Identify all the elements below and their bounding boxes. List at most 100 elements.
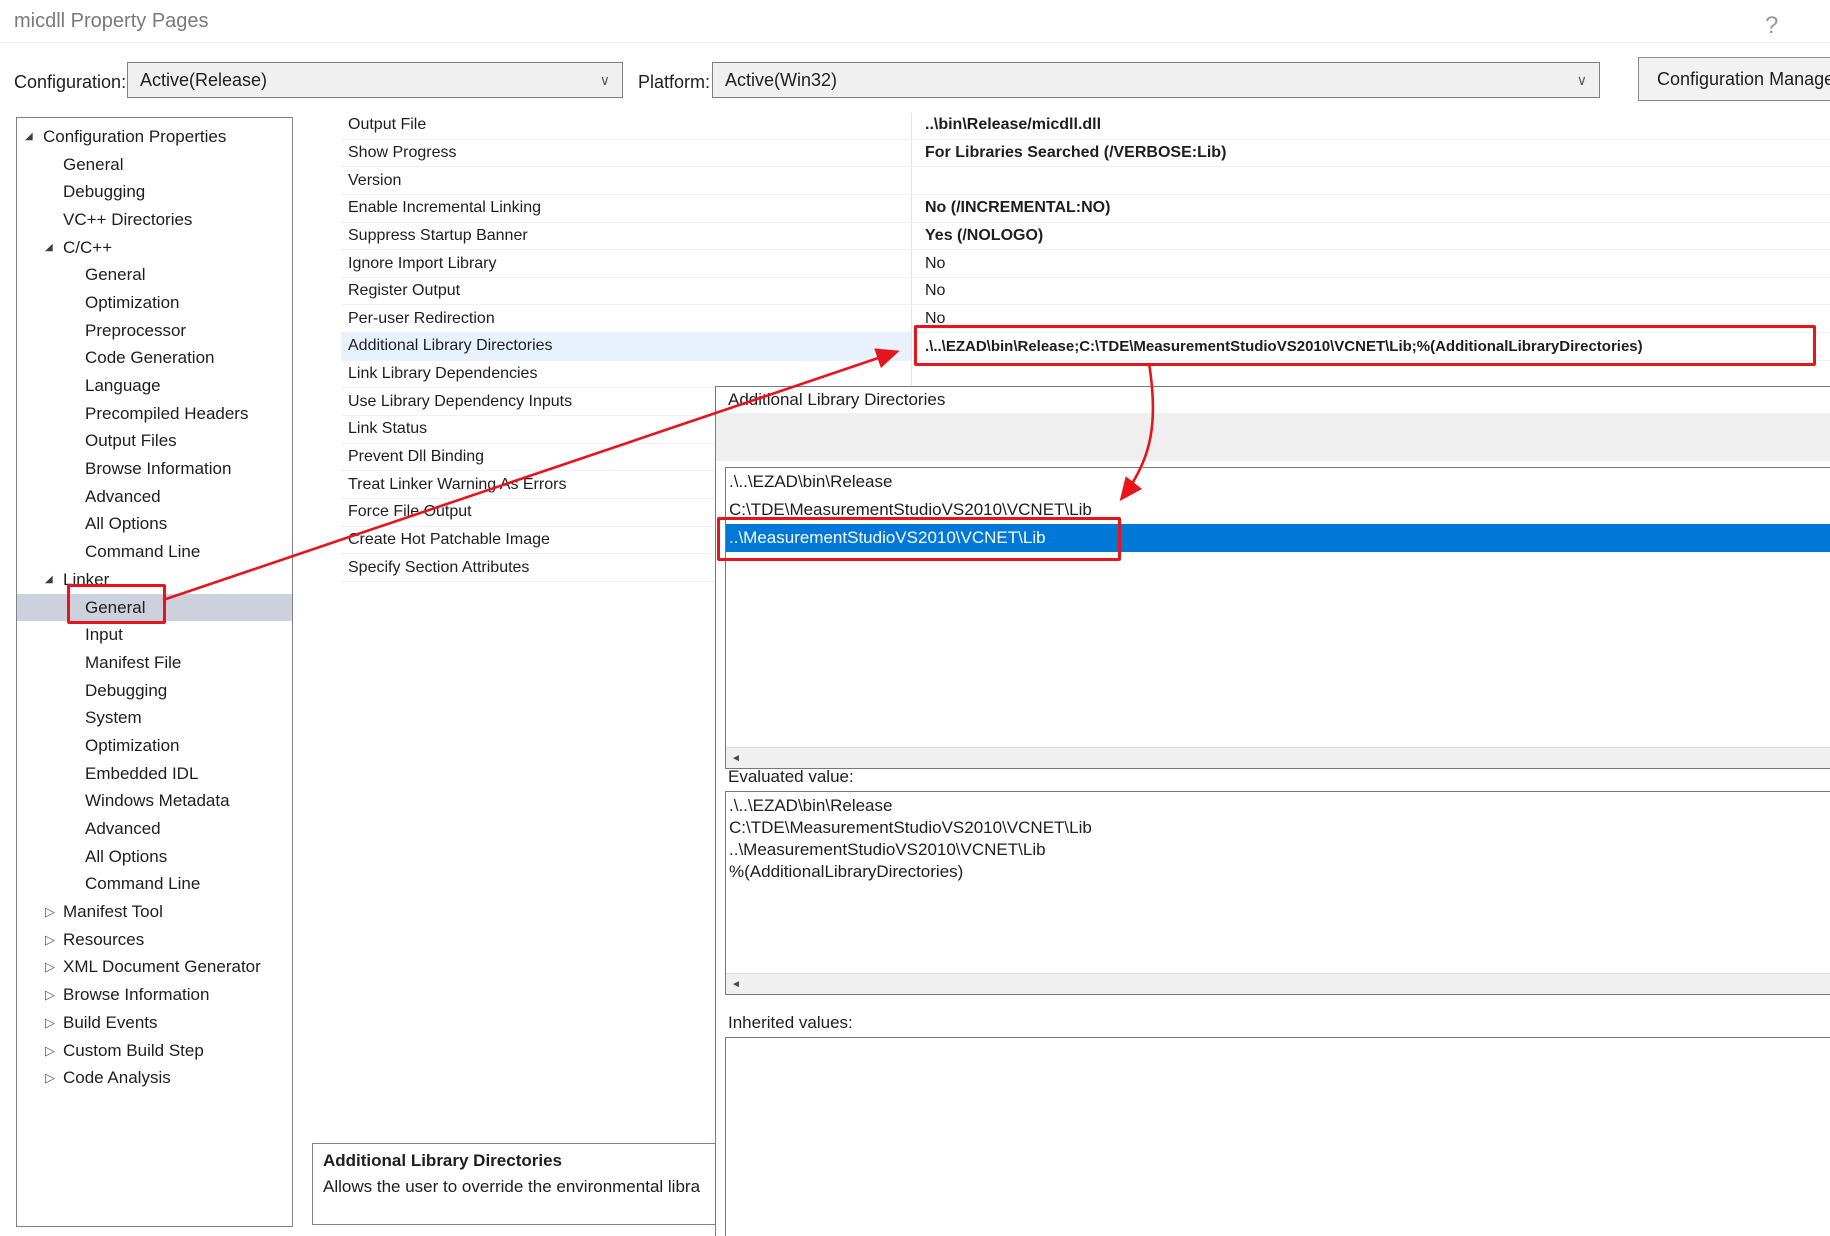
property-value[interactable]: ..\bin\Release/micdll.dll	[925, 112, 1101, 139]
property-row[interactable]: Link Library Dependencies	[341, 361, 1830, 389]
configuration-manager-button[interactable]: Configuration Manager...	[1638, 57, 1830, 101]
property-value[interactable]: For Libraries Searched (/VERBOSE:Lib)	[925, 140, 1226, 167]
tree-expanded-icon[interactable]: ◢	[25, 131, 43, 142]
sidebar-item-label: Code Generation	[85, 348, 214, 368]
tree-expanded-icon[interactable]: ◢	[45, 574, 63, 585]
sidebar-item-output-files[interactable]: Output Files	[17, 428, 292, 456]
sidebar-item-browse-information[interactable]: Browse Information	[17, 455, 292, 483]
sidebar-item-advanced[interactable]: Advanced	[17, 483, 292, 511]
popup-toolbar-band	[716, 413, 1830, 461]
property-value[interactable]: Yes (/NOLOGO)	[925, 223, 1043, 250]
evaluated-value-line: .\..\EZAD\bin\Release	[729, 795, 1830, 817]
property-row[interactable]: Register OutputNo	[341, 278, 1830, 306]
sidebar-item-language[interactable]: Language	[17, 372, 292, 400]
sidebar-item-general[interactable]: General	[17, 594, 292, 622]
tree-collapsed-icon[interactable]: ▷	[45, 959, 63, 975]
sidebar-item-manifest-file[interactable]: Manifest File	[17, 649, 292, 677]
property-value[interactable]: No (/INCREMENTAL:NO)	[925, 195, 1110, 222]
property-value[interactable]: No	[925, 305, 945, 332]
sidebar-item-preprocessor[interactable]: Preprocessor	[17, 317, 292, 345]
help-icon[interactable]: ?	[1765, 12, 1778, 40]
platform-combo[interactable]: Active(Win32) ∨	[712, 62, 1600, 98]
tree-collapsed-icon[interactable]: ▷	[45, 932, 63, 948]
sidebar-item-custom-build-step[interactable]: ▷Custom Build Step	[17, 1037, 292, 1065]
tree-collapsed-icon[interactable]: ▷	[45, 987, 63, 1003]
tree-collapsed-icon[interactable]: ▷	[45, 1043, 63, 1059]
sidebar-item-c-c-[interactable]: ◢C/C++	[17, 234, 292, 262]
sidebar-item-debugging[interactable]: Debugging	[17, 178, 292, 206]
sidebar-item-label: Precompiled Headers	[85, 404, 248, 424]
sidebar-item-manifest-tool[interactable]: ▷Manifest Tool	[17, 898, 292, 926]
evaluated-value-label: Evaluated value:	[728, 767, 854, 787]
property-row[interactable]: Output File..\bin\Release/micdll.dll	[341, 112, 1830, 140]
sidebar-item-label: Configuration Properties	[43, 127, 226, 147]
sidebar-item-code-generation[interactable]: Code Generation	[17, 345, 292, 373]
sidebar-item-command-line[interactable]: Command Line	[17, 538, 292, 566]
property-name: Show Progress	[348, 140, 457, 167]
sidebar-item-optimization[interactable]: Optimization	[17, 289, 292, 317]
sidebar-item-system[interactable]: System	[17, 704, 292, 732]
evaluated-horizontal-scrollbar[interactable]: ◄	[726, 973, 1830, 994]
sidebar-item-configuration-properties[interactable]: ◢Configuration Properties	[17, 123, 292, 151]
sidebar-item-label: Manifest Tool	[63, 902, 163, 922]
scroll-left-icon[interactable]: ◄	[726, 979, 746, 990]
sidebar-item-resources[interactable]: ▷Resources	[17, 926, 292, 954]
directory-list-item[interactable]: .\..\EZAD\bin\Release	[726, 468, 1830, 496]
sidebar-item-browse-information[interactable]: ▷Browse Information	[17, 981, 292, 1009]
property-name: Create Hot Patchable Image	[348, 527, 550, 554]
sidebar-item-xml-document-generator[interactable]: ▷XML Document Generator	[17, 954, 292, 982]
sidebar-item-code-analysis[interactable]: ▷Code Analysis	[17, 1064, 292, 1092]
property-name: Use Library Dependency Inputs	[348, 388, 572, 415]
sidebar-item-label: General	[85, 265, 145, 285]
configuration-combo[interactable]: Active(Release) ∨	[127, 62, 623, 98]
sidebar-item-all-options[interactable]: All Options	[17, 843, 292, 871]
evaluated-value-line: ..\MeasurementStudioVS2010\VCNET\Lib	[729, 839, 1830, 861]
tree-expanded-icon[interactable]: ◢	[45, 242, 63, 253]
chevron-down-icon: ∨	[1577, 72, 1587, 89]
property-row[interactable]: Enable Incremental LinkingNo (/INCREMENT…	[341, 195, 1830, 223]
directory-list: .\..\EZAD\bin\ReleaseC:\TDE\MeasurementS…	[725, 467, 1830, 769]
property-row[interactable]: Version	[341, 167, 1830, 195]
sidebar-item-advanced[interactable]: Advanced	[17, 815, 292, 843]
property-row[interactable]: Suppress Startup BannerYes (/NOLOGO)	[341, 223, 1830, 251]
directory-list-item[interactable]: ..\MeasurementStudioVS2010\VCNET\Lib	[726, 524, 1830, 552]
scroll-left-icon[interactable]: ◄	[726, 753, 746, 764]
sidebar-item-label: System	[85, 708, 142, 728]
chevron-down-icon: ∨	[600, 72, 610, 89]
sidebar-item-debugging[interactable]: Debugging	[17, 677, 292, 705]
platform-label: Platform:	[638, 72, 710, 93]
property-row[interactable]: Additional Library Directories.\..\EZAD\…	[341, 333, 1830, 361]
sidebar-item-label: Optimization	[85, 293, 179, 313]
sidebar-item-optimization[interactable]: Optimization	[17, 732, 292, 760]
sidebar-item-embedded-idl[interactable]: Embedded IDL	[17, 760, 292, 788]
sidebar-item-linker[interactable]: ◢Linker	[17, 566, 292, 594]
sidebar-item-all-options[interactable]: All Options	[17, 511, 292, 539]
property-value[interactable]: No	[925, 278, 945, 305]
inherited-values-box	[725, 1037, 1830, 1236]
property-row[interactable]: Per-user RedirectionNo	[341, 305, 1830, 333]
sidebar-item-label: Advanced	[85, 819, 161, 839]
tree-collapsed-icon[interactable]: ▷	[45, 1070, 63, 1086]
property-row[interactable]: Ignore Import LibraryNo	[341, 250, 1830, 278]
property-value[interactable]: No	[925, 250, 945, 277]
sidebar-item-build-events[interactable]: ▷Build Events	[17, 1009, 292, 1037]
sidebar-item-windows-metadata[interactable]: Windows Metadata	[17, 788, 292, 816]
list-horizontal-scrollbar[interactable]: ◄	[726, 747, 1830, 768]
sidebar-item-general[interactable]: General	[17, 151, 292, 179]
property-value[interactable]: .\..\EZAD\bin\Release;C:\TDE\Measurement…	[925, 333, 1643, 360]
sidebar-item-vc-directories[interactable]: VC++ Directories	[17, 206, 292, 234]
directory-list-item[interactable]: C:\TDE\MeasurementStudioVS2010\VCNET\Lib	[726, 496, 1830, 524]
sidebar-item-input[interactable]: Input	[17, 621, 292, 649]
platform-combo-value: Active(Win32)	[713, 70, 837, 91]
sidebar-item-label: Command Line	[85, 874, 200, 894]
property-row[interactable]: Show Progress For Libraries Searched (/VE…	[341, 140, 1830, 168]
sidebar-item-command-line[interactable]: Command Line	[17, 871, 292, 899]
tree-collapsed-icon[interactable]: ▷	[45, 904, 63, 920]
property-name: Force File Output	[348, 499, 472, 526]
sidebar-item-label: Command Line	[85, 542, 200, 562]
property-name: Prevent Dll Binding	[348, 444, 484, 471]
inherited-values-label: Inherited values:	[728, 1013, 853, 1033]
tree-collapsed-icon[interactable]: ▷	[45, 1015, 63, 1031]
sidebar-item-general[interactable]: General	[17, 261, 292, 289]
sidebar-item-precompiled-headers[interactable]: Precompiled Headers	[17, 400, 292, 428]
